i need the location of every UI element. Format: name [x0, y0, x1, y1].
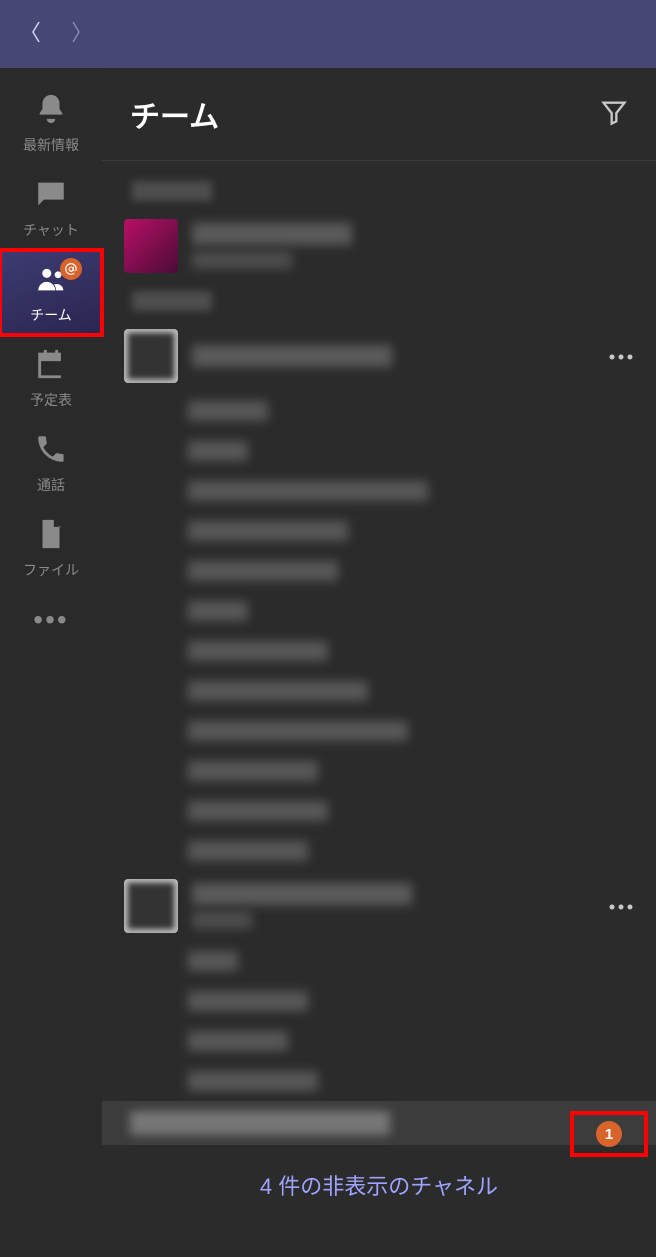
team-row[interactable] [102, 321, 656, 391]
channel-item[interactable] [102, 1061, 656, 1101]
badge-highlight-box: 1 [570, 1111, 648, 1157]
main-panel: チーム [102, 68, 656, 1257]
panel-header: チーム [102, 68, 656, 160]
file-icon [34, 517, 68, 556]
team-avatar [124, 219, 178, 273]
rail-calls[interactable]: 通話 [0, 420, 102, 505]
team-row[interactable] [102, 871, 656, 941]
channel-item[interactable] [102, 511, 656, 551]
team-name [192, 223, 634, 269]
rail-files-label: ファイル [23, 560, 79, 580]
channel-item[interactable] [102, 591, 656, 631]
hidden-channels-link[interactable]: 4 件の非表示のチャネル [102, 1145, 656, 1225]
calendar-icon [34, 347, 68, 386]
rail-activity[interactable]: 最新情報 [0, 80, 102, 165]
chat-icon [34, 177, 68, 216]
rail-calendar-label: 予定表 [30, 390, 72, 410]
rail-chat-label: チャット [23, 220, 79, 240]
team-avatar [124, 329, 178, 383]
team-more-button[interactable] [608, 897, 634, 915]
section-label [102, 281, 656, 321]
channel-item[interactable] [102, 671, 656, 711]
channel-item[interactable] [102, 941, 656, 981]
channel-item[interactable]: 1 [102, 1101, 656, 1145]
rail-activity-label: 最新情報 [23, 135, 79, 155]
phone-icon [34, 432, 68, 471]
unread-badge: 1 [596, 1121, 622, 1147]
channel-item[interactable] [102, 981, 656, 1021]
channel-item[interactable] [102, 751, 656, 791]
app-rail: 最新情報 チャット チーム 予定表 [0, 68, 102, 1257]
team-avatar [124, 879, 178, 933]
section-label [102, 171, 656, 211]
filter-icon [600, 113, 628, 130]
channel-item[interactable] [102, 1021, 656, 1061]
titlebar [0, 0, 656, 68]
team-more-button[interactable] [608, 347, 634, 365]
team-name [192, 345, 594, 367]
channel-item[interactable] [102, 631, 656, 671]
rail-teams-label: チーム [30, 305, 72, 325]
rail-more-button[interactable]: ••• [0, 590, 102, 650]
rail-teams[interactable]: チーム [0, 250, 102, 335]
page-title: チーム [130, 92, 219, 136]
channel-item[interactable] [102, 711, 656, 751]
channel-item[interactable] [102, 471, 656, 511]
rail-files[interactable]: ファイル [0, 505, 102, 590]
bell-icon [34, 92, 68, 131]
nav-back-button[interactable] [28, 18, 44, 51]
channel-item[interactable] [102, 831, 656, 871]
filter-button[interactable] [600, 98, 628, 131]
channel-item[interactable] [102, 551, 656, 591]
rail-calls-label: 通話 [37, 475, 65, 495]
mention-badge [60, 258, 82, 280]
nav-forward-button[interactable] [68, 18, 84, 51]
rail-calendar[interactable]: 予定表 [0, 335, 102, 420]
teams-list: 1 4 件の非表示のチャネル [102, 161, 656, 1257]
channel-item[interactable] [102, 791, 656, 831]
rail-chat[interactable]: チャット [0, 165, 102, 250]
team-row[interactable] [102, 211, 656, 281]
team-name [192, 883, 594, 929]
channel-item[interactable] [102, 391, 656, 431]
channel-item[interactable] [102, 431, 656, 471]
